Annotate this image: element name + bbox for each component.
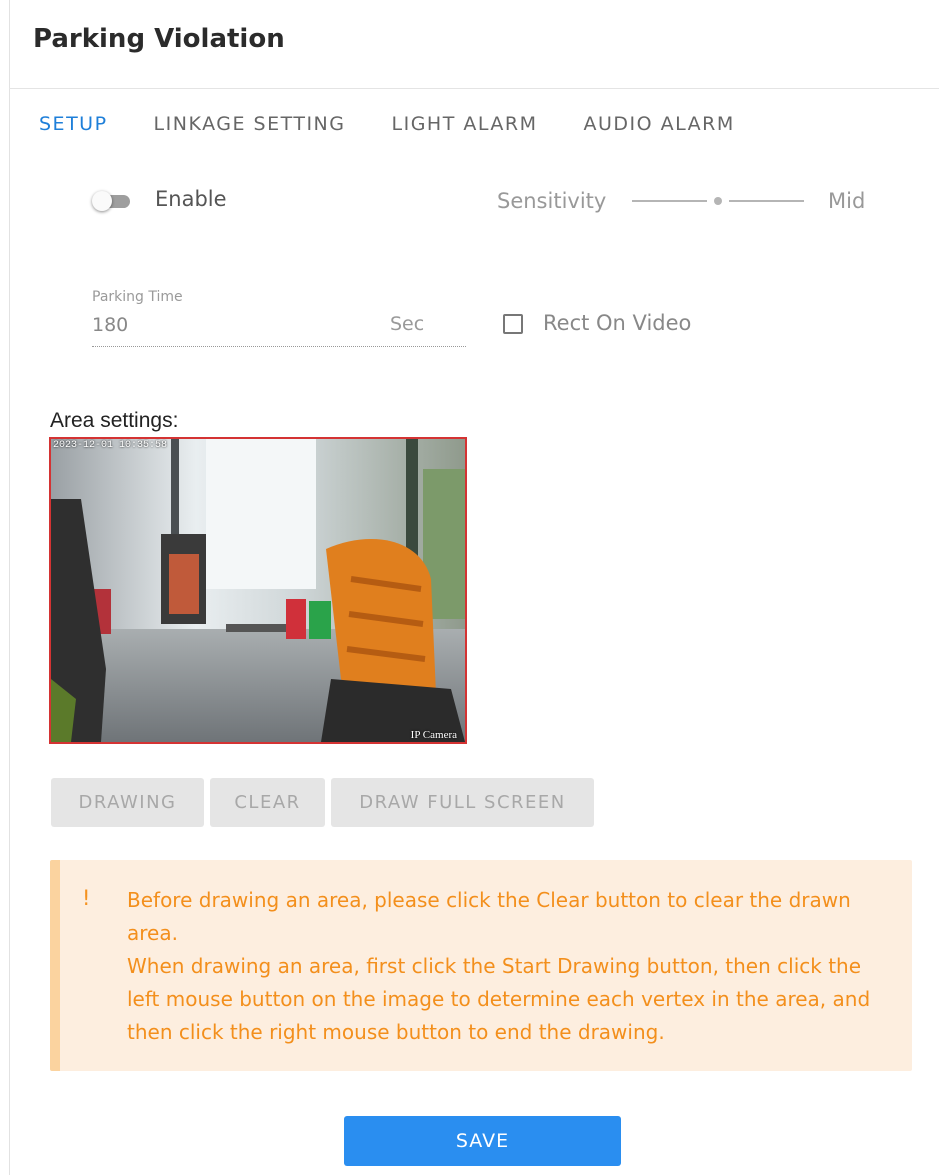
- parking-time-underline: [92, 346, 466, 347]
- tab-light-alarm[interactable]: LIGHT ALARM: [392, 110, 538, 138]
- rect-on-video-label[interactable]: Rect On Video: [543, 311, 691, 335]
- enable-label: Enable: [155, 187, 227, 211]
- enable-toggle[interactable]: [92, 191, 130, 211]
- sensitivity-slider[interactable]: [632, 193, 804, 209]
- notice-line-2: When drawing an area, first click the St…: [127, 954, 871, 1044]
- toggle-knob: [92, 191, 112, 211]
- page-title: Parking Violation: [33, 24, 285, 54]
- parking-time-label: Parking Time: [92, 289, 183, 305]
- sensitivity-value: Mid: [828, 189, 866, 213]
- warning-icon: !: [82, 886, 91, 910]
- tab-bar: SETUP LINKAGE SETTING LIGHT ALARM AUDIO …: [39, 110, 781, 138]
- drawing-button[interactable]: DRAWING: [51, 778, 204, 827]
- parking-violation-page: Parking Violation SETUP LINKAGE SETTING …: [0, 0, 939, 1175]
- left-divider: [0, 0, 10, 1175]
- notice-line-1: Before drawing an area, please click the…: [127, 888, 851, 945]
- camera-name-overlay: IP Camera: [410, 729, 457, 741]
- parking-time-unit: Sec: [390, 313, 425, 335]
- camera-preview[interactable]: 2023-12-01 10:35:58 IP Camera: [49, 437, 467, 744]
- notice-text: Before drawing an area, please click the…: [127, 884, 895, 1049]
- camera-timestamp: 2023-12-01 10:35:58: [53, 440, 168, 451]
- parking-time-input[interactable]: [92, 312, 382, 338]
- tab-linkage-setting[interactable]: LINKAGE SETTING: [154, 110, 346, 138]
- clear-button[interactable]: CLEAR: [210, 778, 325, 827]
- tab-audio-alarm[interactable]: AUDIO ALARM: [583, 110, 734, 138]
- tab-setup[interactable]: SETUP: [39, 110, 108, 138]
- rect-on-video-checkbox[interactable]: [503, 314, 523, 334]
- draw-full-screen-button[interactable]: DRAW FULL SCREEN: [331, 778, 594, 827]
- header-divider: [9, 88, 939, 89]
- sensitivity-label: Sensitivity: [497, 189, 607, 213]
- area-button-row: DRAWING CLEAR DRAW FULL SCREEN: [51, 778, 600, 827]
- camera-scene: [51, 439, 465, 742]
- slider-thumb[interactable]: [714, 197, 722, 205]
- save-button[interactable]: SAVE: [344, 1116, 621, 1166]
- area-settings-label: Area settings:: [50, 409, 179, 432]
